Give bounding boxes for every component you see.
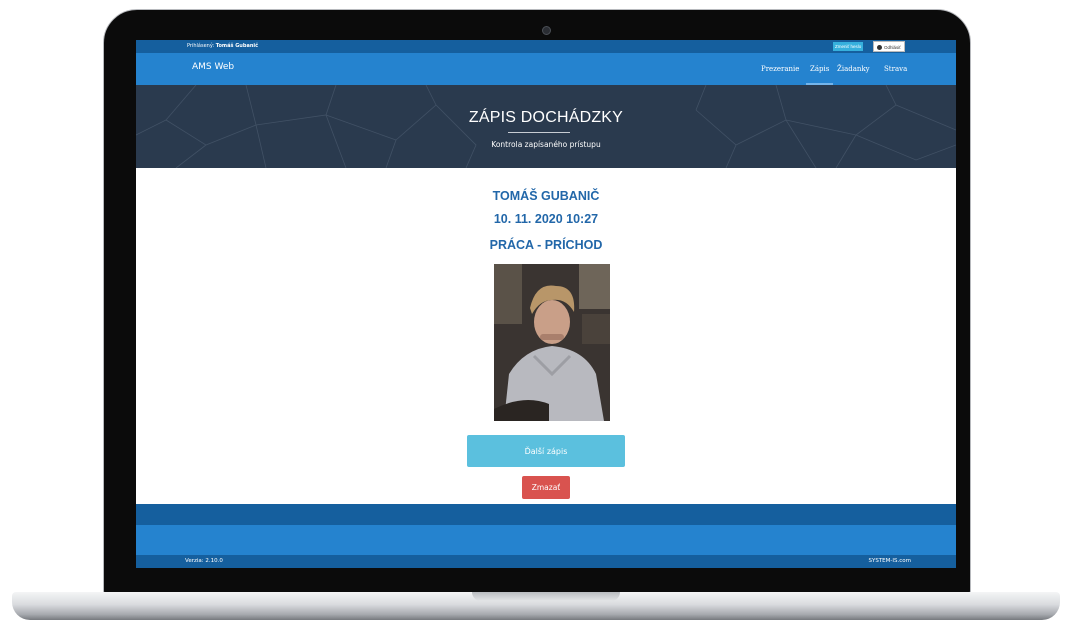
logged-in-user: Tomáš Gubanič [215, 43, 259, 49]
nav-item-prezeranie[interactable]: Prezeranie [761, 65, 799, 73]
record-employee-name: TOMÁŠ GUBANIČ [492, 189, 600, 203]
nav-item-strava[interactable]: Strava [884, 65, 907, 73]
version-label: Verzia: 2.10.0 [185, 558, 223, 564]
browser-screen: Prihlásený: Tomáš Gubanič Zmeniť heslo O… [136, 40, 956, 568]
record-datetime: 10. 11. 2020 10:27 [493, 212, 599, 226]
hero-banner: ZÁPIS DOCHÁDZKY Kontrola zapísaného prís… [136, 85, 956, 168]
company-link[interactable]: SYSTEM-IS.com [868, 558, 911, 564]
logout-label: Odhlásiť [884, 45, 901, 50]
main-navbar: AMS Web Prezeranie Zápis Žiadanky Strava [136, 53, 956, 85]
footer-band-top [136, 504, 956, 525]
user-bar: Prihlásený: Tomáš Gubanič Zmeniť heslo O… [136, 40, 956, 53]
footer-band-middle [136, 525, 956, 555]
nav-item-ziadanky[interactable]: Žiadanky [837, 65, 870, 73]
record-type: PRÁCA - PRÍCHOD [489, 238, 603, 252]
logged-in-info: Prihlásený: Tomáš Gubanič [187, 43, 258, 49]
power-icon [877, 45, 882, 51]
attendance-photo [494, 264, 610, 421]
brand-logo[interactable]: AMS Web [192, 62, 234, 72]
nav-item-zapis[interactable]: Zápis [805, 65, 834, 85]
page-subtitle: Kontrola zapísaného prístupu [491, 140, 601, 149]
title-divider [508, 132, 570, 133]
person-photo-illustration [494, 264, 610, 421]
logged-in-label: Prihlásený: [187, 43, 215, 49]
footer-bar: Verzia: 2.10.0 SYSTEM-IS.com [136, 555, 956, 568]
webcam-icon [542, 26, 551, 35]
laptop-opening-notch [472, 592, 620, 601]
logout-button[interactable]: Odhlásiť [873, 41, 905, 52]
next-record-button[interactable]: Ďalší zápis [467, 435, 625, 467]
page-title: ZÁPIS DOCHÁDZKY [468, 109, 624, 126]
delete-button[interactable]: Zmazať [522, 476, 570, 499]
change-password-button[interactable]: Zmeniť heslo [833, 42, 864, 51]
